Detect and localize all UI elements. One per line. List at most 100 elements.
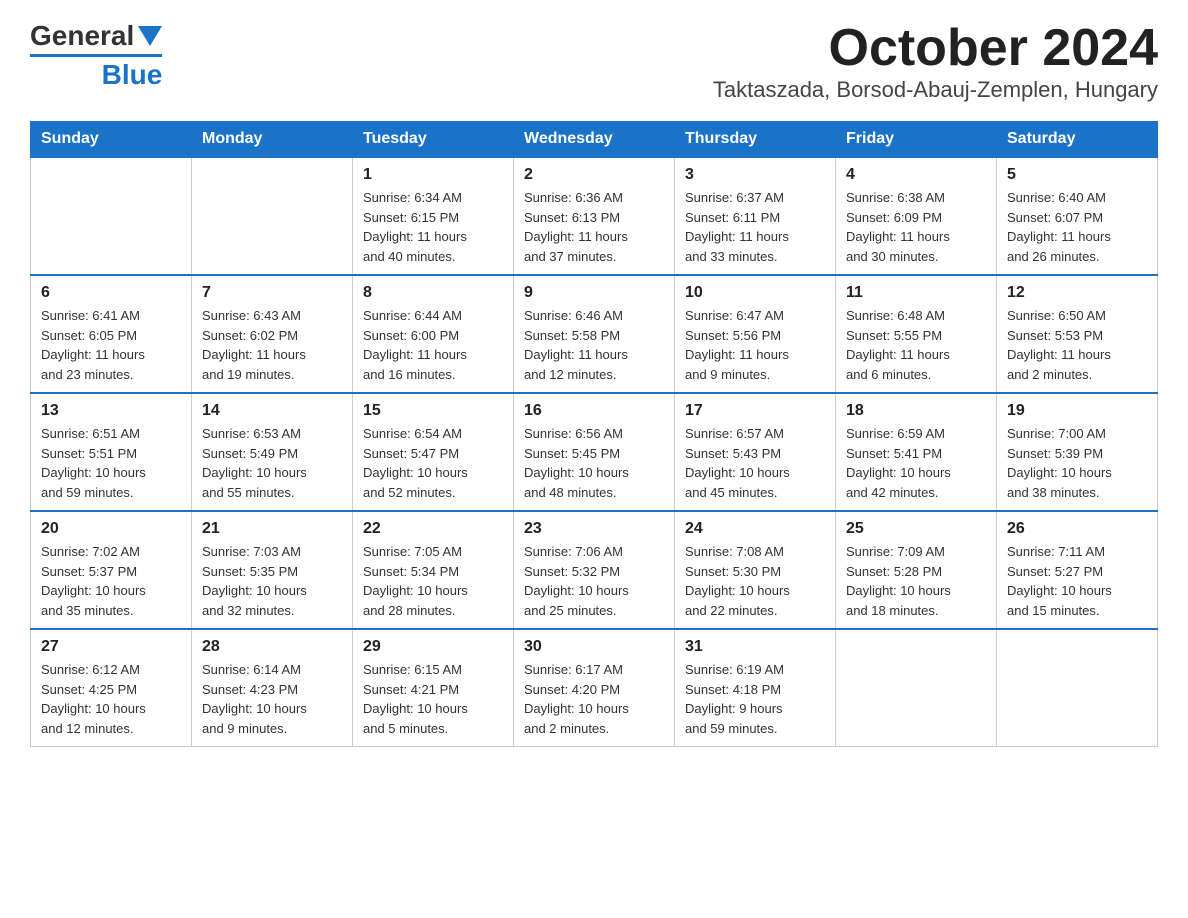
weekday-header-saturday: Saturday (997, 122, 1158, 158)
day-info: Sunrise: 6:12 AM Sunset: 4:25 PM Dayligh… (41, 660, 181, 738)
weekday-header-thursday: Thursday (675, 122, 836, 158)
calendar-cell: 22 Sunrise: 7:05 AM Sunset: 5:34 PM Dayli… (353, 511, 514, 629)
day-info: Sunrise: 6:57 AM Sunset: 5:43 PM Dayligh… (685, 424, 825, 502)
day-info: Sunrise: 6:14 AM Sunset: 4:23 PM Dayligh… (202, 660, 342, 738)
calendar-cell (31, 157, 192, 275)
day-info: Sunrise: 7:05 AM Sunset: 5:34 PM Dayligh… (363, 542, 503, 620)
day-info: Sunrise: 6:34 AM Sunset: 6:15 PM Dayligh… (363, 188, 503, 266)
day-number: 8 (363, 284, 503, 302)
day-number: 9 (524, 284, 664, 302)
day-info: Sunrise: 6:36 AM Sunset: 6:13 PM Dayligh… (524, 188, 664, 266)
calendar-cell: 2 Sunrise: 6:36 AM Sunset: 6:13 PM Daylig… (514, 157, 675, 275)
calendar-cell: 23 Sunrise: 7:06 AM Sunset: 5:32 PM Dayli… (514, 511, 675, 629)
day-number: 18 (846, 402, 986, 420)
calendar-cell: 5 Sunrise: 6:40 AM Sunset: 6:07 PM Daylig… (997, 157, 1158, 275)
logo: General Blue (30, 20, 162, 91)
calendar-cell: 3 Sunrise: 6:37 AM Sunset: 6:11 PM Daylig… (675, 157, 836, 275)
day-info: Sunrise: 7:03 AM Sunset: 5:35 PM Dayligh… (202, 542, 342, 620)
calendar-cell: 26 Sunrise: 7:11 AM Sunset: 5:27 PM Dayli… (997, 511, 1158, 629)
day-number: 16 (524, 402, 664, 420)
calendar-cell: 15Sunrise: 6:54 AM Sunset: 5:47 PM Dayli… (353, 393, 514, 511)
day-number: 24 (685, 520, 825, 538)
day-number: 7 (202, 284, 342, 302)
day-info: Sunrise: 6:48 AM Sunset: 5:55 PM Dayligh… (846, 306, 986, 384)
day-info: Sunrise: 6:53 AM Sunset: 5:49 PM Dayligh… (202, 424, 342, 502)
day-number: 6 (41, 284, 181, 302)
day-number: 15 (363, 402, 503, 420)
day-number: 21 (202, 520, 342, 538)
page-header: General Blue October 2024 Taktaszada, Bo… (30, 20, 1158, 113)
day-info: Sunrise: 6:56 AM Sunset: 5:45 PM Dayligh… (524, 424, 664, 502)
day-info: Sunrise: 7:06 AM Sunset: 5:32 PM Dayligh… (524, 542, 664, 620)
weekday-header-wednesday: Wednesday (514, 122, 675, 158)
calendar-table: SundayMondayTuesdayWednesdayThursdayFrid… (30, 121, 1158, 747)
day-number: 23 (524, 520, 664, 538)
calendar-cell: 20 Sunrise: 7:02 AM Sunset: 5:37 PM Dayli… (31, 511, 192, 629)
calendar-cell: 28Sunrise: 6:14 AM Sunset: 4:23 PM Dayli… (192, 629, 353, 747)
calendar-body: 1 Sunrise: 6:34 AM Sunset: 6:15 PM Daylig… (31, 157, 1158, 747)
day-info: Sunrise: 7:08 AM Sunset: 5:30 PM Dayligh… (685, 542, 825, 620)
calendar-cell (997, 629, 1158, 747)
day-info: Sunrise: 6:51 AM Sunset: 5:51 PM Dayligh… (41, 424, 181, 502)
day-info: Sunrise: 6:37 AM Sunset: 6:11 PM Dayligh… (685, 188, 825, 266)
calendar-cell (192, 157, 353, 275)
calendar-cell: 13Sunrise: 6:51 AM Sunset: 5:51 PM Dayli… (31, 393, 192, 511)
day-number: 19 (1007, 402, 1147, 420)
logo-general: General (30, 20, 162, 52)
day-info: Sunrise: 7:02 AM Sunset: 5:37 PM Dayligh… (41, 542, 181, 620)
day-number: 31 (685, 638, 825, 656)
calendar-cell: 9 Sunrise: 6:46 AM Sunset: 5:58 PM Daylig… (514, 275, 675, 393)
day-info: Sunrise: 6:15 AM Sunset: 4:21 PM Dayligh… (363, 660, 503, 738)
day-number: 5 (1007, 166, 1147, 184)
day-number: 10 (685, 284, 825, 302)
week-row-4: 20 Sunrise: 7:02 AM Sunset: 5:37 PM Dayli… (31, 511, 1158, 629)
logo-general-text: General (30, 20, 134, 52)
week-row-5: 27 Sunrise: 6:12 AM Sunset: 4:25 PM Dayli… (31, 629, 1158, 747)
day-info: Sunrise: 7:11 AM Sunset: 5:27 PM Dayligh… (1007, 542, 1147, 620)
weekday-header-sunday: Sunday (31, 122, 192, 158)
day-number: 27 (41, 638, 181, 656)
weekday-header-tuesday: Tuesday (353, 122, 514, 158)
calendar-cell: 27 Sunrise: 6:12 AM Sunset: 4:25 PM Dayli… (31, 629, 192, 747)
calendar-cell: 6 Sunrise: 6:41 AM Sunset: 6:05 PM Daylig… (31, 275, 192, 393)
day-number: 2 (524, 166, 664, 184)
day-number: 22 (363, 520, 503, 538)
calendar-cell: 21 Sunrise: 7:03 AM Sunset: 5:35 PM Dayli… (192, 511, 353, 629)
day-number: 30 (524, 638, 664, 656)
day-number: 25 (846, 520, 986, 538)
calendar-cell: 18 Sunrise: 6:59 AM Sunset: 5:41 PM Dayli… (836, 393, 997, 511)
logo-triangle-icon (138, 26, 162, 46)
calendar-cell: 31Sunrise: 6:19 AM Sunset: 4:18 PM Dayli… (675, 629, 836, 747)
week-row-2: 6 Sunrise: 6:41 AM Sunset: 6:05 PM Daylig… (31, 275, 1158, 393)
calendar-cell: 1 Sunrise: 6:34 AM Sunset: 6:15 PM Daylig… (353, 157, 514, 275)
day-info: Sunrise: 6:44 AM Sunset: 6:00 PM Dayligh… (363, 306, 503, 384)
day-info: Sunrise: 6:41 AM Sunset: 6:05 PM Dayligh… (41, 306, 181, 384)
day-info: Sunrise: 6:17 AM Sunset: 4:20 PM Dayligh… (524, 660, 664, 738)
month-year-title: October 2024 (713, 20, 1158, 77)
day-number: 14 (202, 402, 342, 420)
day-info: Sunrise: 6:46 AM Sunset: 5:58 PM Dayligh… (524, 306, 664, 384)
day-info: Sunrise: 7:09 AM Sunset: 5:28 PM Dayligh… (846, 542, 986, 620)
day-number: 29 (363, 638, 503, 656)
day-number: 4 (846, 166, 986, 184)
weekday-header-friday: Friday (836, 122, 997, 158)
calendar-cell: 25 Sunrise: 7:09 AM Sunset: 5:28 PM Dayli… (836, 511, 997, 629)
calendar-cell: 16 Sunrise: 6:56 AM Sunset: 5:45 PM Dayli… (514, 393, 675, 511)
calendar-cell: 7Sunrise: 6:43 AM Sunset: 6:02 PM Daylig… (192, 275, 353, 393)
calendar-cell: 30 Sunrise: 6:17 AM Sunset: 4:20 PM Dayli… (514, 629, 675, 747)
calendar-cell: 8 Sunrise: 6:44 AM Sunset: 6:00 PM Daylig… (353, 275, 514, 393)
location-subtitle: Taktaszada, Borsod-Abauj-Zemplen, Hungar… (713, 77, 1158, 103)
calendar-cell: 12Sunrise: 6:50 AM Sunset: 5:53 PM Dayli… (997, 275, 1158, 393)
day-info: Sunrise: 6:40 AM Sunset: 6:07 PM Dayligh… (1007, 188, 1147, 266)
day-number: 17 (685, 402, 825, 420)
calendar-header: SundayMondayTuesdayWednesdayThursdayFrid… (31, 122, 1158, 158)
day-info: Sunrise: 7:00 AM Sunset: 5:39 PM Dayligh… (1007, 424, 1147, 502)
calendar-cell (836, 629, 997, 747)
day-number: 1 (363, 166, 503, 184)
day-number: 26 (1007, 520, 1147, 538)
day-number: 20 (41, 520, 181, 538)
day-number: 3 (685, 166, 825, 184)
day-info: Sunrise: 6:59 AM Sunset: 5:41 PM Dayligh… (846, 424, 986, 502)
title-area: October 2024 Taktaszada, Borsod-Abauj-Ze… (713, 20, 1158, 113)
calendar-cell: 29 Sunrise: 6:15 AM Sunset: 4:21 PM Dayli… (353, 629, 514, 747)
